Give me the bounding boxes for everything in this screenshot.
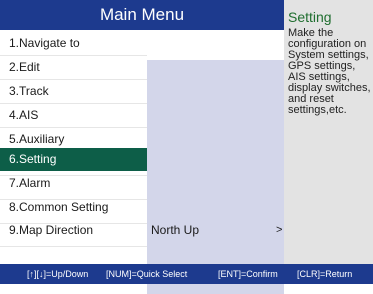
page-title: Main Menu (0, 0, 284, 30)
main-menu-screen: Main Menu 1.Navigate to 2.Edit 3.Track 4… (0, 0, 373, 294)
help-panel: Setting Make the configuration on System… (284, 0, 373, 264)
menu-item-navigate-to[interactable]: 1.Navigate to (0, 32, 284, 55)
hint-confirm: [ENT]=Confirm (218, 269, 278, 279)
menu-list: 1.Navigate to 2.Edit 3.Track 4.AIS 5.Aux… (0, 30, 284, 294)
hint-quick-select: [NUM]=Quick Select (106, 269, 188, 279)
menu-item-label: 6.Setting (9, 152, 57, 166)
map-direction-value: North Up (151, 223, 200, 237)
help-title: Setting (288, 9, 332, 25)
hint-return: [CLR]=Return (297, 269, 353, 279)
menu-item-setting[interactable]: 6.Setting (0, 148, 147, 171)
menu-item-label: 7.Alarm (9, 176, 51, 190)
menu-item-label: 3.Track (9, 84, 49, 98)
menu-item-map-direction[interactable]: 9.Map Direction North Up > (0, 219, 284, 242)
hint-up-down: [↑][↓]=Up/Down (27, 269, 89, 279)
menu-item-label: 4.AIS (9, 108, 39, 122)
menu-item-label: 9.Map Direction (9, 223, 94, 237)
menu-item-label: 2.Edit (9, 60, 40, 74)
menu-item-alarm[interactable]: 7.Alarm (0, 172, 284, 195)
help-text: Make the configuration on System setting… (288, 27, 371, 116)
divider (0, 246, 147, 247)
menu-item-edit[interactable]: 2.Edit (0, 56, 284, 79)
key-hint-bar: [↑][↓]=Up/Down [NUM]=Quick Select [ENT]=… (0, 264, 373, 284)
menu-item-label: 8.Common Setting (9, 200, 109, 214)
menu-item-label: 1.Navigate to (9, 36, 80, 50)
chevron-right-icon: > (276, 224, 283, 236)
menu-item-common-setting[interactable]: 8.Common Setting (0, 196, 284, 219)
menu-item-track[interactable]: 3.Track (0, 80, 284, 103)
menu-item-ais[interactable]: 4.AIS (0, 104, 284, 127)
